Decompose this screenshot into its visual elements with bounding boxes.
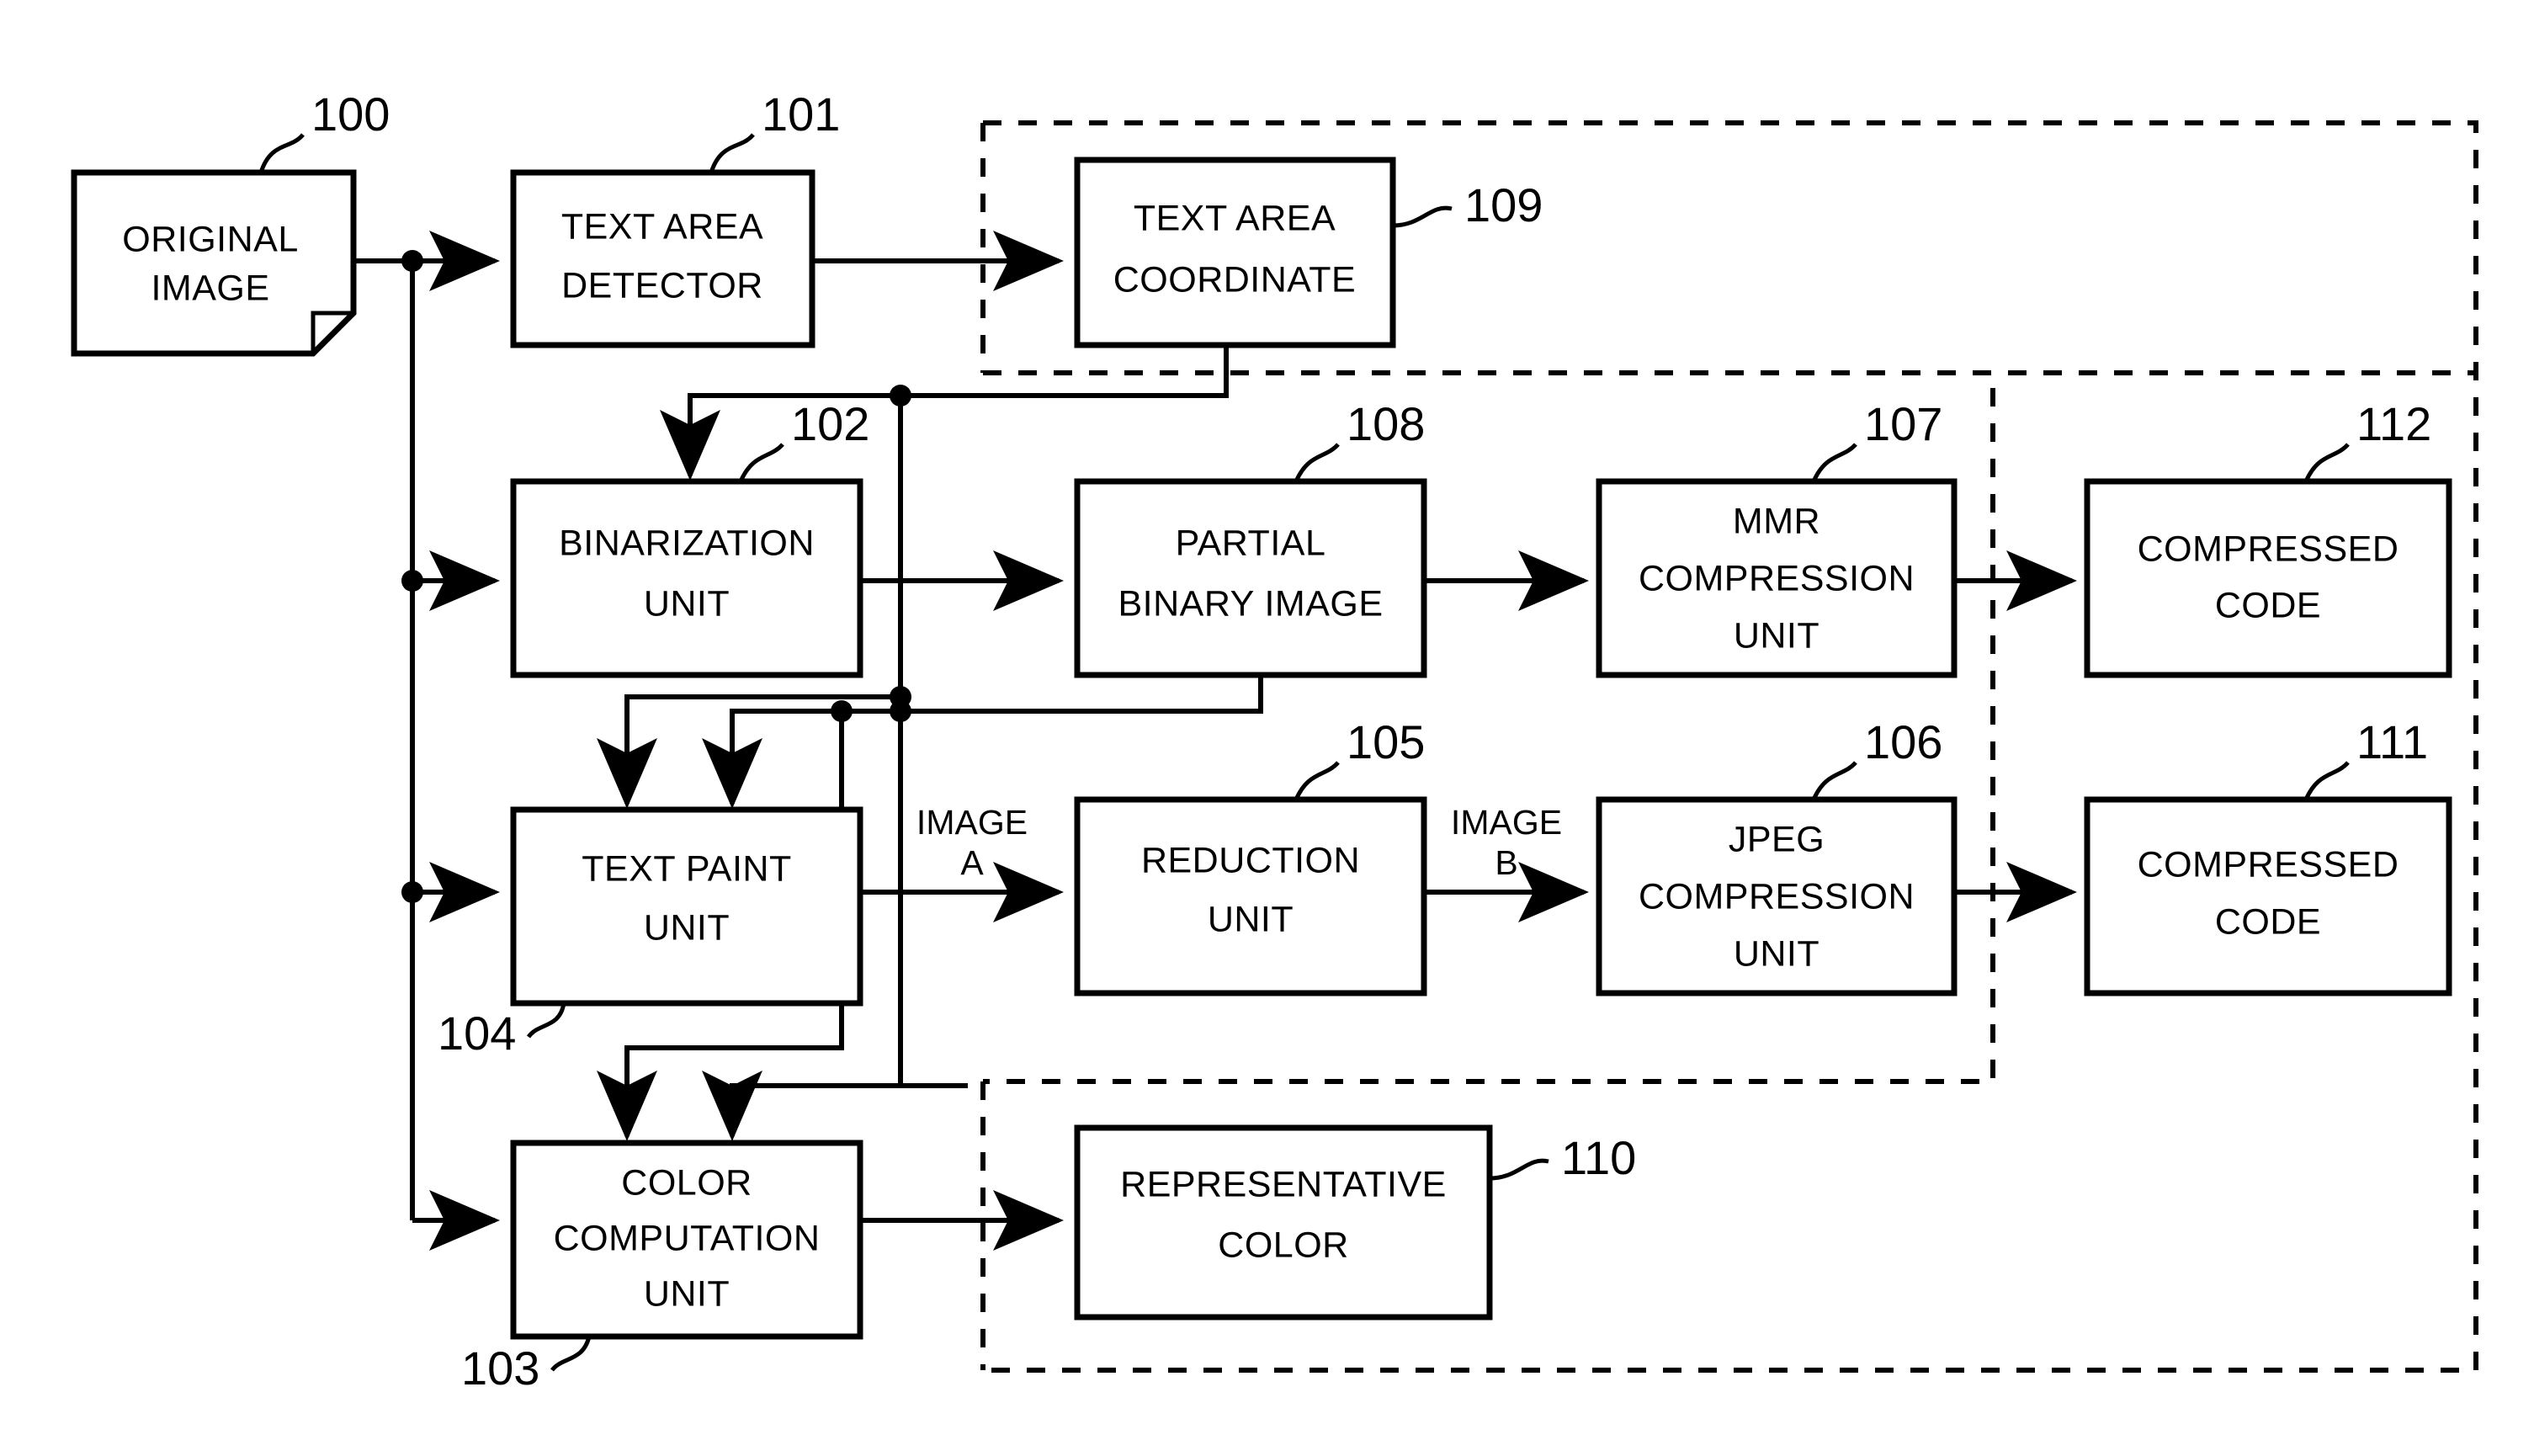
block-jpeg-compression-unit[interactable]: JPEG COMPRESSION UNIT bbox=[1596, 796, 1958, 996]
block-label-line1: REPRESENTATIVE bbox=[1120, 1164, 1447, 1204]
ref-102-group: 102 bbox=[738, 397, 869, 483]
block-label-line1: BINARIZATION bbox=[559, 523, 815, 563]
signal-label-line1: IMAGE bbox=[1451, 803, 1562, 842]
block-label-line1: ORIGINAL bbox=[122, 219, 299, 259]
block-label-line2: COLOR bbox=[1218, 1225, 1348, 1265]
ref-numeral-111: 111 bbox=[2356, 715, 2428, 768]
ref-numeral-104: 104 bbox=[438, 1007, 516, 1060]
block-label-line1: COMPRESSED bbox=[2138, 844, 2399, 885]
ref-111-group: 111 bbox=[2303, 715, 2428, 801]
block-diagram-svg: ORIGINAL IMAGE 100 TEXT AREA DETECTOR 10… bbox=[71, 88, 2478, 1395]
block-label-line1: JPEG bbox=[1729, 819, 1825, 859]
block-label-line2: UNIT bbox=[1208, 899, 1294, 939]
junction-dot bbox=[890, 686, 911, 708]
block-label-line2: DETECTOR bbox=[561, 265, 763, 306]
block-partial-binary-image[interactable]: PARTIAL BINARY IMAGE bbox=[1074, 478, 1427, 678]
ref-105-group: 105 bbox=[1294, 715, 1425, 801]
block-label-line2: CODE bbox=[2215, 901, 2321, 942]
block-label-line1: MMR bbox=[1733, 501, 1820, 541]
signal-label-image-a: IMAGE A bbox=[916, 803, 1028, 882]
block-mmr-compression-unit[interactable]: MMR COMPRESSION UNIT bbox=[1596, 478, 1958, 678]
block-color-computation-unit[interactable]: COLOR COMPUTATION UNIT bbox=[510, 1140, 863, 1340]
block-label-line2: COORDINATE bbox=[1113, 259, 1357, 300]
ref-103-group: 103 bbox=[461, 1336, 592, 1395]
ref-numeral-102: 102 bbox=[791, 397, 869, 450]
ref-101-group: 101 bbox=[709, 88, 840, 173]
block-label-line1: TEXT AREA bbox=[561, 206, 763, 247]
ref-numeral-112: 112 bbox=[2356, 397, 2431, 450]
junction-dot bbox=[831, 700, 853, 722]
block-reduction-unit[interactable]: REDUCTION UNIT bbox=[1074, 796, 1427, 996]
block-binarization-unit[interactable]: BINARIZATION UNIT bbox=[510, 478, 863, 678]
ref-numeral-101: 101 bbox=[762, 88, 840, 141]
ref-109-group: 109 bbox=[1392, 178, 1543, 231]
junction-dot bbox=[401, 250, 423, 272]
block-text-area-detector[interactable]: TEXT AREA DETECTOR bbox=[510, 169, 815, 348]
wire-network bbox=[353, 231, 2077, 1251]
block-label-line3: UNIT bbox=[1734, 933, 1819, 974]
junction-dot bbox=[890, 385, 911, 407]
ref-106-group: 106 bbox=[1811, 715, 1942, 801]
block-text-area-coordinate[interactable]: TEXT AREA COORDINATE bbox=[1074, 157, 1396, 348]
ref-112-group: 112 bbox=[2303, 397, 2431, 483]
block-label-line1: TEXT PAINT bbox=[582, 848, 792, 889]
block-representative-color[interactable]: REPRESENTATIVE COLOR bbox=[1074, 1124, 1493, 1320]
ref-107-group: 107 bbox=[1811, 397, 1942, 483]
signal-label-line2: B bbox=[1495, 843, 1517, 882]
signal-label-line2: A bbox=[960, 843, 984, 882]
junction-dot bbox=[401, 881, 423, 903]
junction-dot bbox=[401, 570, 423, 592]
block-label-line2: BINARY IMAGE bbox=[1118, 583, 1383, 624]
block-original-image[interactable]: ORIGINAL IMAGE bbox=[71, 169, 357, 357]
block-label-line2: COMPUTATION bbox=[554, 1218, 821, 1258]
ref-108-group: 108 bbox=[1294, 397, 1425, 483]
block-label-line1: COMPRESSED bbox=[2138, 529, 2399, 569]
ref-numeral-106: 106 bbox=[1864, 715, 1942, 768]
block-label-line2: UNIT bbox=[644, 907, 730, 948]
block-label-line2: COMPRESSION bbox=[1639, 558, 1915, 598]
block-label-line2: CODE bbox=[2215, 585, 2321, 625]
ref-numeral-103: 103 bbox=[461, 1342, 539, 1395]
ref-numeral-105: 105 bbox=[1347, 715, 1425, 768]
block-label-line2: COMPRESSION bbox=[1639, 876, 1915, 917]
ref-100-group: 100 bbox=[258, 88, 390, 173]
block-label-line2: IMAGE bbox=[151, 268, 269, 308]
ref-numeral-109: 109 bbox=[1464, 178, 1543, 231]
ref-numeral-108: 108 bbox=[1347, 397, 1425, 450]
block-label-line3: UNIT bbox=[644, 1273, 730, 1314]
block-label-line1: PARTIAL bbox=[1176, 523, 1326, 563]
block-compressed-code-mmr[interactable]: COMPRESSED CODE bbox=[2084, 478, 2452, 678]
ref-numeral-110: 110 bbox=[1561, 1131, 1636, 1184]
block-text-paint-unit[interactable]: TEXT PAINT UNIT bbox=[510, 806, 863, 1007]
block-label-line1: TEXT AREA bbox=[1134, 198, 1336, 238]
block-compressed-code-jpeg[interactable]: COMPRESSED CODE bbox=[2084, 796, 2452, 996]
block-label-line1: REDUCTION bbox=[1141, 840, 1360, 880]
patent-figure-page: ORIGINAL IMAGE 100 TEXT AREA DETECTOR 10… bbox=[0, 0, 2534, 1456]
ref-110-group: 110 bbox=[1489, 1131, 1636, 1184]
block-label-line2: UNIT bbox=[644, 583, 730, 624]
signal-label-line1: IMAGE bbox=[916, 803, 1028, 842]
ref-numeral-107: 107 bbox=[1864, 397, 1942, 450]
ref-104-group: 104 bbox=[438, 1002, 566, 1060]
block-label-line1: COLOR bbox=[621, 1162, 752, 1203]
ref-numeral-100: 100 bbox=[311, 88, 390, 141]
signal-label-image-b: IMAGE B bbox=[1451, 803, 1562, 882]
block-label-line3: UNIT bbox=[1734, 615, 1819, 656]
